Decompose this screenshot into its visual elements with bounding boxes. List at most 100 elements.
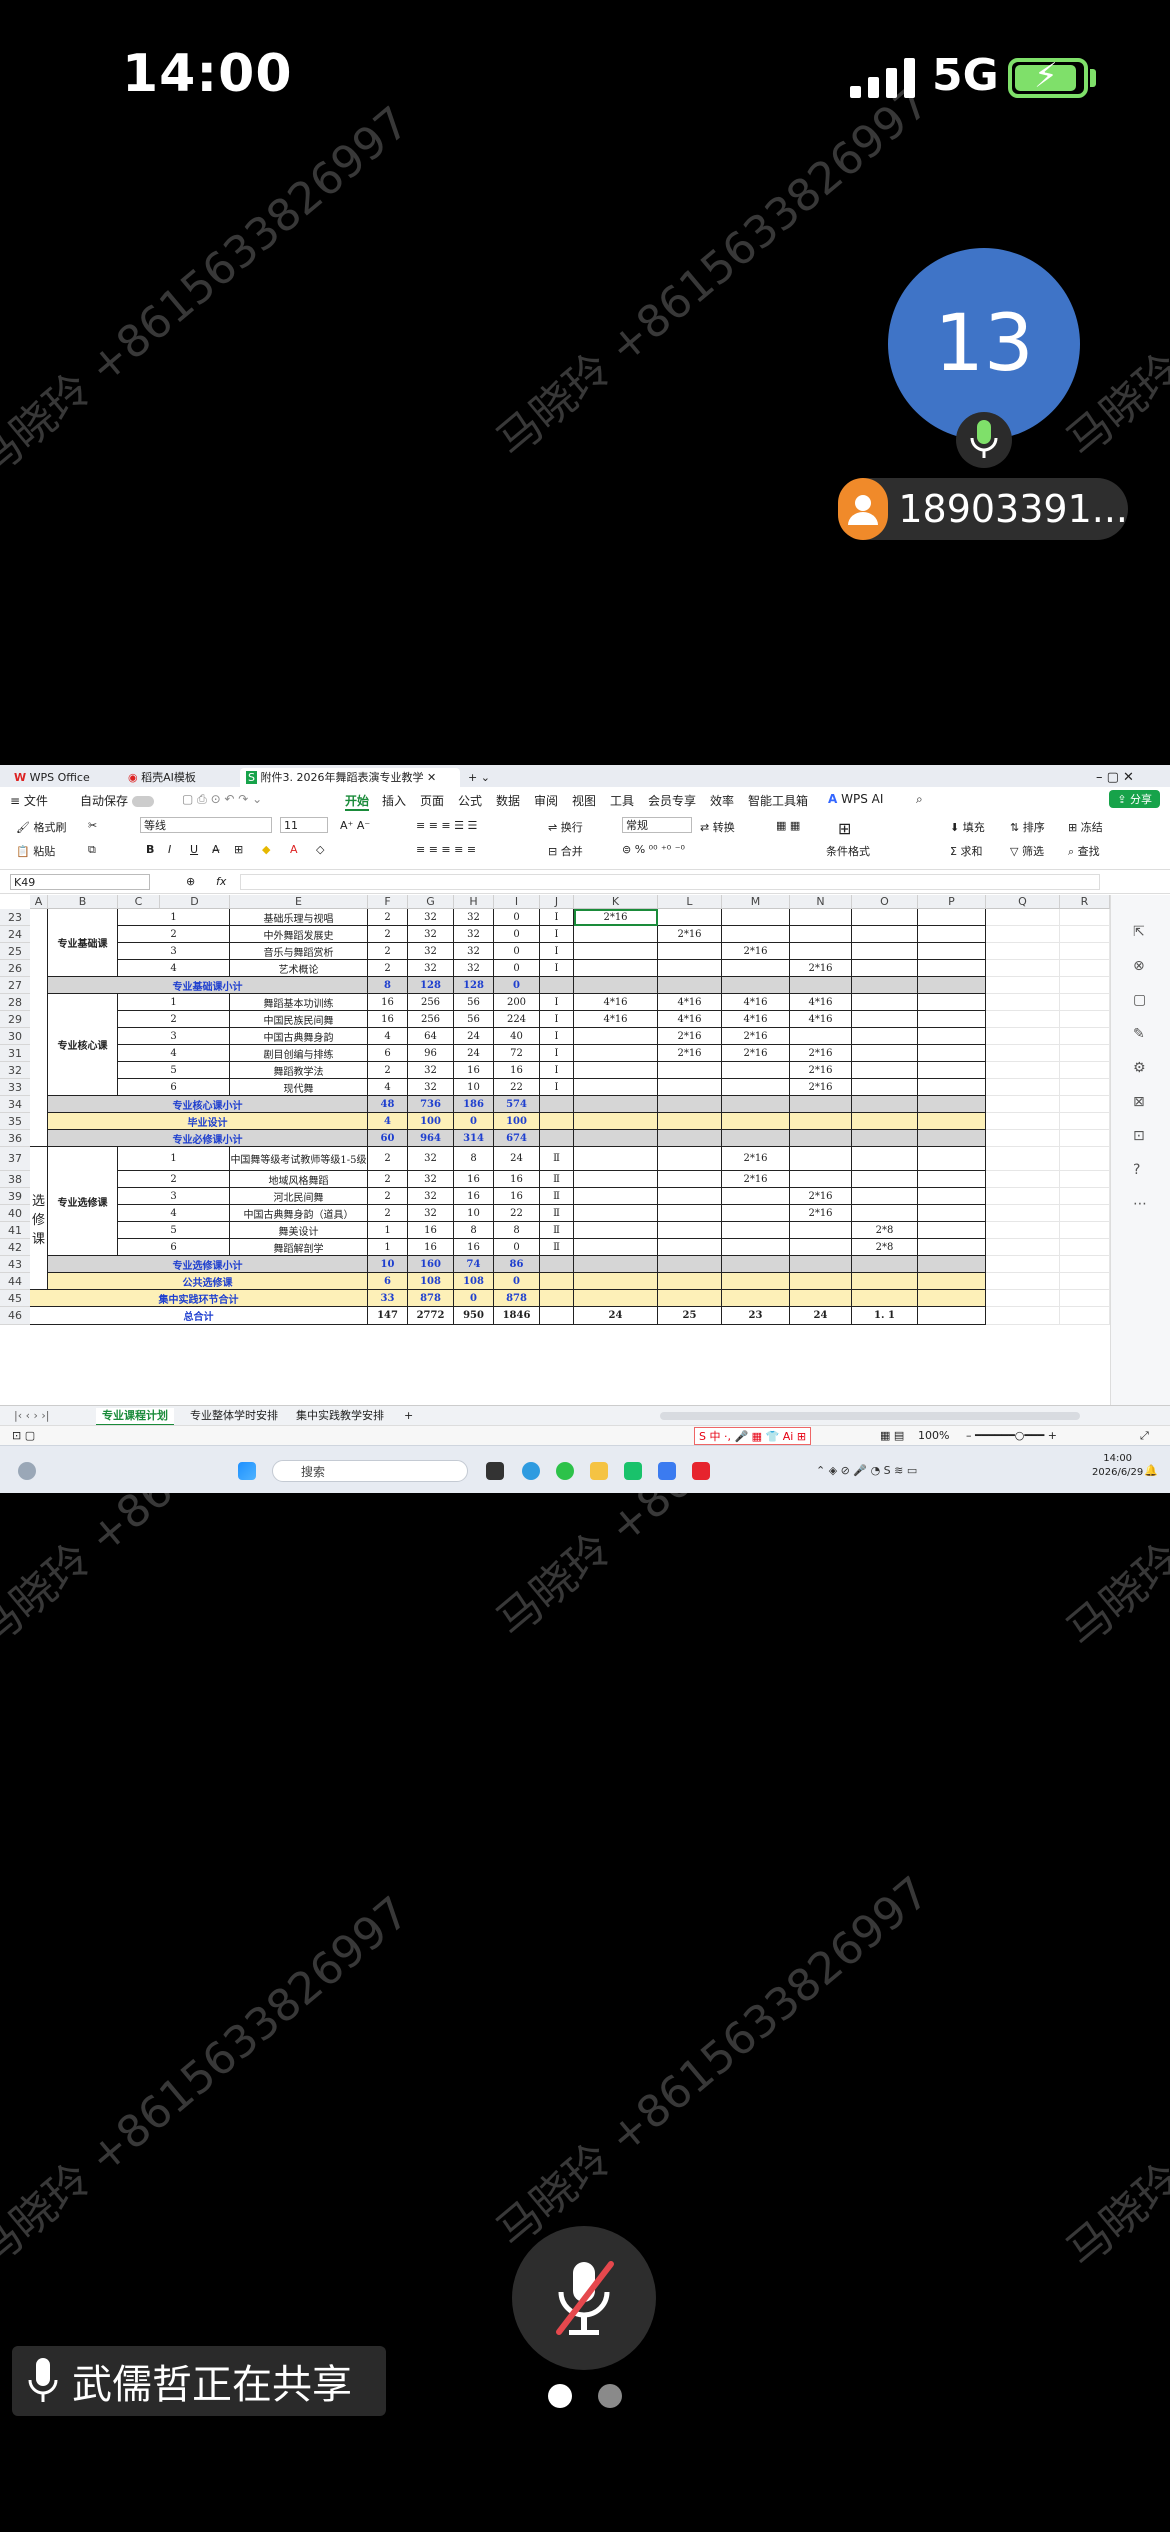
column-header-h[interactable]: H	[454, 895, 494, 909]
cut-icon[interactable]: ✂	[88, 819, 97, 832]
table-cell[interactable]: 16	[368, 994, 408, 1011]
table-cell[interactable]: 2	[368, 1205, 408, 1222]
table-cell[interactable]	[658, 1205, 722, 1222]
table-cell[interactable]	[918, 994, 986, 1011]
course-number[interactable]: 3	[118, 1188, 230, 1205]
course-name[interactable]: 河北民间舞	[230, 1188, 368, 1205]
table-cell[interactable]	[986, 1290, 1060, 1307]
course-number[interactable]: 5	[118, 1062, 230, 1079]
subtotal-value[interactable]: 108	[408, 1273, 454, 1290]
table-cell[interactable]	[722, 1096, 790, 1113]
table-cell[interactable]: Ⅰ	[540, 926, 574, 943]
table-cell[interactable]: 2*16	[574, 909, 658, 926]
table-cell[interactable]	[722, 1113, 790, 1130]
table-cell[interactable]	[1060, 1222, 1110, 1239]
table-cell[interactable]	[986, 960, 1060, 977]
table-cell[interactable]: 72	[494, 1045, 540, 1062]
table-cell[interactable]	[852, 960, 918, 977]
row-header[interactable]: 26	[0, 960, 30, 977]
menu-home[interactable]: 开始	[345, 792, 370, 811]
new-tab-button[interactable]: + ⌄	[462, 768, 496, 787]
zoom-slider[interactable]: – ━━━━━━○━━━ +	[966, 1429, 1057, 1442]
column-header-g[interactable]: G	[408, 895, 454, 909]
course-number[interactable]: 6	[118, 1079, 230, 1096]
tab-document[interactable]: S 附件3. 2026年舞蹈表演专业教学 ✕	[240, 768, 460, 787]
table-cell[interactable]	[1060, 926, 1110, 943]
group-label-elective[interactable]: 专业选修课	[48, 1147, 118, 1256]
table-cell[interactable]	[852, 1256, 918, 1273]
subtotal-value[interactable]: 60	[368, 1130, 408, 1147]
table-cell[interactable]	[1060, 1062, 1110, 1079]
table-cell[interactable]: 16	[494, 1188, 540, 1205]
table-cell[interactable]	[540, 1096, 574, 1113]
zoom-lookup-icon[interactable]: ⊕	[186, 875, 195, 888]
bold-icon[interactable]: B	[146, 843, 154, 856]
file-explorer-icon[interactable]	[590, 1462, 608, 1480]
participant-name-pill[interactable]: 18903391...	[838, 478, 1128, 540]
table-cell[interactable]	[918, 1222, 986, 1239]
table-cell[interactable]	[790, 1290, 852, 1307]
table-cell[interactable]: 1	[368, 1222, 408, 1239]
table-cell[interactable]: 2	[368, 909, 408, 926]
table-cell[interactable]: 32	[454, 960, 494, 977]
wps-ai-button[interactable]: A WPS AI	[828, 792, 883, 806]
column-header-r[interactable]: R	[1060, 895, 1110, 909]
table-cell[interactable]: 2*16	[790, 1045, 852, 1062]
total-value[interactable]: 2772	[408, 1307, 454, 1325]
menu-smart-toolbox[interactable]: 智能工具箱	[748, 792, 808, 809]
table-cell[interactable]: 2*16	[722, 943, 790, 960]
table-cell[interactable]: 2	[368, 943, 408, 960]
table-cell[interactable]: Ⅰ	[540, 994, 574, 1011]
table-cell[interactable]	[986, 1307, 1060, 1325]
table-cell[interactable]: 0	[494, 943, 540, 960]
table-cell[interactable]	[722, 909, 790, 926]
table-cell[interactable]: Ⅱ	[540, 1147, 574, 1171]
total-label[interactable]: 总合计	[30, 1307, 368, 1325]
table-cell[interactable]	[918, 1045, 986, 1062]
column-header-o[interactable]: O	[852, 895, 918, 909]
table-cell[interactable]	[1060, 1256, 1110, 1273]
border-icon[interactable]: ⊞	[234, 843, 243, 856]
table-cell[interactable]	[574, 1113, 658, 1130]
table-cell[interactable]	[852, 994, 918, 1011]
menu-tools[interactable]: 工具	[610, 792, 634, 809]
widgets-icon[interactable]	[18, 1462, 36, 1480]
table-cell[interactable]	[658, 1062, 722, 1079]
table-cell[interactable]: 2	[368, 1188, 408, 1205]
row-header[interactable]: 31	[0, 1045, 30, 1062]
tab-wps-office[interactable]: W WPS Office	[8, 768, 96, 787]
course-name[interactable]: 舞蹈解剖学	[230, 1239, 368, 1256]
row-header[interactable]: 34	[0, 1096, 30, 1113]
table-cell[interactable]	[30, 909, 48, 1147]
table-cell[interactable]: Ⅰ	[540, 1079, 574, 1096]
table-cell[interactable]	[986, 1011, 1060, 1028]
table-cell[interactable]	[918, 977, 986, 994]
table-cell[interactable]	[852, 1113, 918, 1130]
table-cell[interactable]	[918, 1256, 986, 1273]
total-value[interactable]: 950	[454, 1307, 494, 1325]
course-name[interactable]: 舞蹈基本功训练	[230, 994, 368, 1011]
table-cell[interactable]	[918, 909, 986, 926]
table-cell[interactable]: 8	[454, 1147, 494, 1171]
table-cell[interactable]	[986, 1096, 1060, 1113]
menu-formula[interactable]: 公式	[458, 792, 482, 809]
total-value[interactable]	[918, 1307, 986, 1325]
table-cell[interactable]: 16	[408, 1222, 454, 1239]
column-header-n[interactable]: N	[790, 895, 852, 909]
table-cell[interactable]: 2*16	[658, 1028, 722, 1045]
table-cell[interactable]	[658, 1130, 722, 1147]
table-cell[interactable]: 4*16	[722, 994, 790, 1011]
table-cell[interactable]: 0	[494, 1239, 540, 1256]
column-header-q[interactable]: Q	[986, 895, 1060, 909]
table-cell[interactable]	[1060, 1130, 1110, 1147]
row-header[interactable]: 46	[0, 1307, 30, 1325]
row-header[interactable]: 41	[0, 1222, 30, 1239]
table-cell[interactable]: Ⅱ	[540, 1188, 574, 1205]
table-cell[interactable]	[574, 1147, 658, 1171]
table-cell[interactable]	[918, 1188, 986, 1205]
task-view-icon[interactable]	[486, 1462, 504, 1480]
table-cell[interactable]	[918, 943, 986, 960]
table-cell[interactable]	[722, 1079, 790, 1096]
menu-insert[interactable]: 插入	[382, 792, 406, 809]
font-color-icon[interactable]: A	[290, 843, 298, 856]
